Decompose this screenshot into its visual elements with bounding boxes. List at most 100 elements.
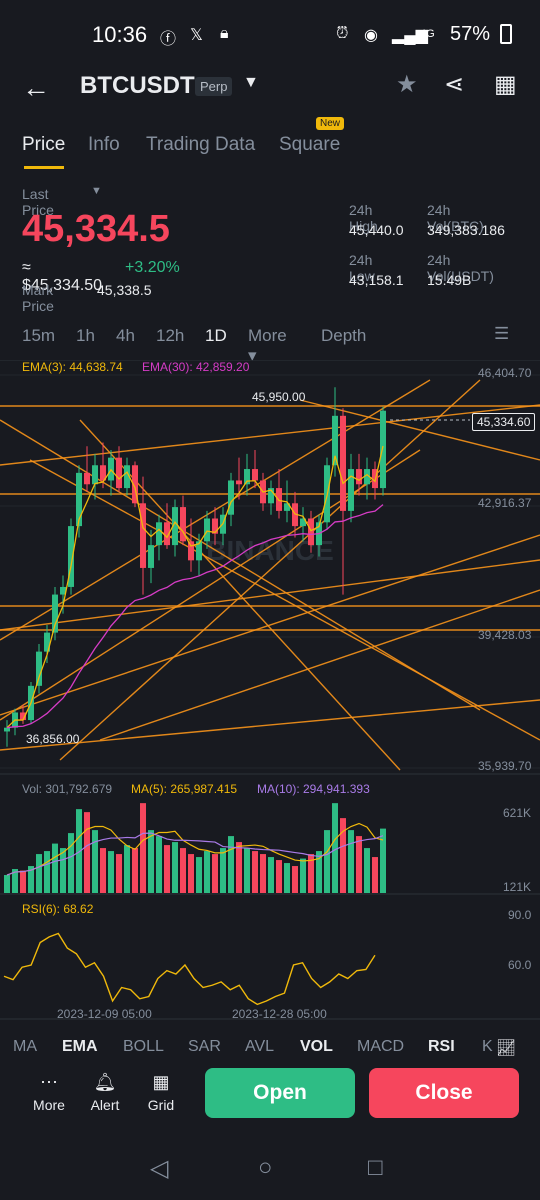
star-icon[interactable]: ★ (396, 70, 418, 99)
ind-ema[interactable]: EMA (62, 1038, 98, 1056)
tf-1d[interactable]: 1D (205, 326, 227, 346)
ind-ma[interactable]: MA (13, 1038, 37, 1056)
rsi-axis-top: 90.0 (508, 908, 532, 922)
volume-bar (92, 830, 98, 893)
tf-12h[interactable]: 12h (156, 326, 184, 346)
vol-btc-value: 349,383.186 (427, 222, 505, 238)
last-price-value: 45,334.5 (22, 208, 170, 250)
ind-rsi[interactable]: RSI (428, 1038, 455, 1056)
rsi-line (3, 932, 376, 1006)
volume-legend: Vol: 301,792.679 (22, 782, 113, 796)
candle-body (356, 469, 362, 485)
bell-icon: 🔔︎ (93, 1072, 117, 1092)
battery-icon (500, 24, 512, 44)
close-button[interactable]: Close (369, 1068, 519, 1118)
volume-bars (4, 803, 386, 893)
nav-home-icon[interactable]: ○ (258, 1154, 273, 1182)
tf-1h[interactable]: 1h (76, 326, 95, 346)
battery-percent: 57% (450, 23, 491, 45)
candle-body (116, 457, 122, 489)
tf-15m[interactable]: 15m (22, 326, 55, 346)
low-marker: 36,856.00 (26, 732, 80, 746)
volume-bar (356, 836, 362, 893)
trend-line (0, 404, 540, 466)
ind-macd[interactable]: MACD (357, 1038, 404, 1056)
status-time: 10:36 (92, 22, 148, 47)
volume-bar (324, 830, 330, 893)
y-axis-label-1: 46,404.70 (478, 366, 532, 380)
tf-depth[interactable]: Depth (321, 326, 366, 346)
volume-bar (44, 851, 50, 893)
volume-bar (204, 851, 210, 893)
volume-bar (348, 830, 354, 893)
candle-body (148, 545, 154, 568)
indicator-settings-icon[interactable]: 📈︎ (496, 1038, 516, 1058)
grid-layout-icon[interactable]: ▦ (494, 70, 517, 99)
tab-info[interactable]: Info (88, 134, 120, 156)
candle-body (92, 465, 98, 485)
volume-bar (220, 848, 226, 893)
volume-bar (52, 843, 58, 893)
volume-bar (228, 836, 234, 893)
pair-dropdown-icon[interactable]: ▼ (243, 74, 259, 92)
trend-lines (0, 379, 540, 771)
status-bar: 10:36 ⓕ 𝕏 🔒︎ ⏰︎ ◉ ▂▄▆ 4G 57% (0, 0, 540, 68)
volume-bar (4, 875, 10, 893)
nav-back-icon[interactable]: ◁ (150, 1154, 168, 1183)
volume-bar (20, 870, 26, 893)
vol-usdt-value: 15.49B (427, 272, 472, 288)
volume-bar (284, 863, 290, 893)
high-value: 45,440.0 (349, 222, 404, 238)
rsi-axis-mid: 60.0 (508, 958, 532, 972)
tab-square[interactable]: Square (279, 134, 340, 156)
trend-line (59, 379, 481, 761)
alert-button[interactable]: 🔔︎ Alert (80, 1072, 130, 1113)
candle-body (204, 518, 210, 542)
contract-badge: Perp (195, 77, 233, 96)
volume-bar (140, 803, 146, 893)
volume-bar (156, 836, 162, 893)
share-icon[interactable]: ⋖ (444, 70, 464, 99)
candle-body (380, 410, 386, 489)
volume-bar (380, 828, 386, 893)
back-arrow-icon[interactable]: ← (22, 72, 50, 104)
pair-title[interactable]: BTCUSDT (80, 72, 195, 100)
ma10-legend: MA(10): 294,941.393 (257, 782, 370, 796)
y-axis-label-4: 35,939.70 (478, 759, 532, 773)
nav-recents-icon[interactable]: □ (368, 1154, 383, 1182)
volume-bar (364, 848, 370, 893)
tab-trading-data[interactable]: Trading Data (146, 134, 255, 156)
more-icon: ⋯ (40, 1072, 58, 1092)
ind-avl[interactable]: AVL (245, 1038, 274, 1056)
last-price-dropdown-icon[interactable]: ▼ (91, 185, 102, 197)
grid-button[interactable]: ▦ Grid (136, 1072, 186, 1113)
candle-body (308, 518, 314, 546)
volume-bar (132, 848, 138, 893)
date-label-1: 2023-12-09 05:00 (57, 1007, 152, 1021)
ind-vol[interactable]: VOL (300, 1038, 333, 1056)
chart[interactable]: BINANCE (0, 360, 540, 1020)
rsi-legend: RSI(6): 68.62 (22, 902, 94, 916)
volume-bar (300, 858, 306, 893)
change-percent: +3.20% (125, 259, 180, 276)
trend-line (0, 699, 540, 751)
tf-4h[interactable]: 4h (116, 326, 135, 346)
ind-k[interactable]: K (482, 1038, 493, 1056)
volume-bar (172, 842, 178, 893)
main-tabs: Price Info Trading Data Square New (0, 117, 540, 169)
more-button[interactable]: ⋯ More (24, 1072, 74, 1113)
bottom-action-bar: ⋯ More 🔔︎ Alert ▦ Grid Open Close (0, 1060, 540, 1140)
x-icon: 𝕏 (190, 27, 203, 44)
grid-label: Grid (147, 1097, 175, 1113)
system-nav-bar: ◁ ○ □ (0, 1140, 540, 1200)
volume-bar (60, 848, 66, 893)
low-value: 43,158.1 (349, 272, 404, 288)
volume-bar (84, 812, 90, 893)
volume-bar (268, 857, 274, 893)
ind-boll[interactable]: BOLL (123, 1038, 164, 1056)
ind-sar[interactable]: SAR (188, 1038, 221, 1056)
tab-price[interactable]: Price (22, 134, 65, 156)
open-button[interactable]: Open (205, 1068, 355, 1118)
chart-settings-icon[interactable]: ☰ (494, 324, 509, 344)
lock-icon: 🔒︎ (220, 25, 229, 42)
